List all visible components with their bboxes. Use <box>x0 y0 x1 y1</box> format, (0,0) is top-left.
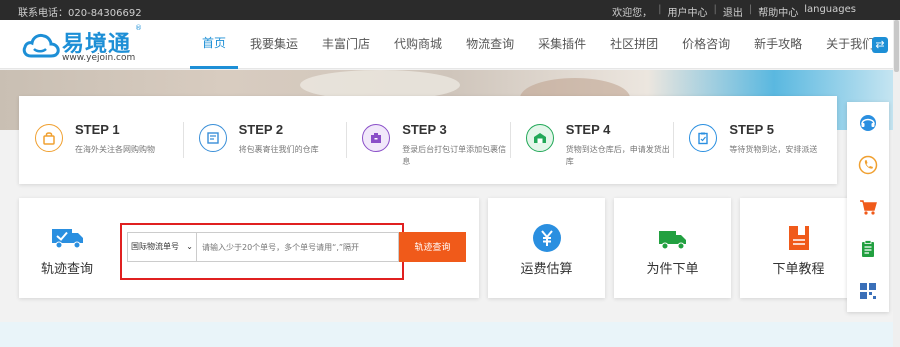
clipboard-icon <box>689 124 718 152</box>
qrcode-icon[interactable] <box>847 270 889 312</box>
step-item: STEP 2 将包裹寄往我们的仓库 <box>182 96 347 184</box>
nav-pricing[interactable]: 价格咨询 <box>670 20 742 69</box>
freight-estimate-card[interactable]: 运费估算 <box>488 198 605 298</box>
logo[interactable]: 易境通 ® www.yejoin.com <box>22 24 152 64</box>
query-box: 国际物流单号 ⌄ <box>127 232 399 262</box>
tutorial-card[interactable]: 下单教程 <box>740 198 857 298</box>
main-nav: 首页 我要集运 丰富门店 代购商城 物流查询 采集插件 社区拼团 价格咨询 新手… <box>190 20 886 69</box>
truck-icon <box>658 231 686 250</box>
tracking-type-select[interactable]: 国际物流单号 ⌄ <box>128 233 197 261</box>
step-desc: 等待货物到达，安排派送 <box>729 145 818 154</box>
scrollbar-thumb[interactable] <box>894 20 899 72</box>
steps-panel: STEP 1 在海外关注各网购购物 STEP 2 将包裹寄往我们的仓库 STEP… <box>19 96 837 184</box>
cart-icon[interactable] <box>847 186 889 228</box>
step-item: STEP 5 等待货物到达，安排派送 <box>673 96 837 184</box>
shopping-bag-icon <box>35 124 63 152</box>
form-icon <box>198 124 227 152</box>
step-desc: 货物到达仓库后，申请发货出库 <box>565 145 670 166</box>
nav-plugin[interactable]: 采集插件 <box>526 20 598 69</box>
nav-consolidation[interactable]: 我要集运 <box>238 20 310 69</box>
step-desc: 在海外关注各网购购物 <box>75 145 155 154</box>
registered-mark: ® <box>135 24 142 32</box>
help-center-link[interactable]: 帮助中心 <box>758 4 798 19</box>
service-label: 运费估算 <box>520 262 573 277</box>
cloud-logo-icon <box>22 33 60 58</box>
tracking-panel: 轨迹查询 国际物流单号 ⌄ 轨迹查询 <box>19 198 479 298</box>
step-desc: 将包裹寄往我们的仓库 <box>238 145 319 154</box>
floating-toolbar <box>847 102 889 312</box>
step-title: STEP 3 <box>402 122 447 137</box>
step-title: STEP 2 <box>238 122 284 137</box>
top-links: 欢迎您， | 用户中心 | 退出 | 帮助中心 languages <box>612 4 856 19</box>
user-center-link[interactable]: 用户中心 <box>667 4 707 19</box>
nav-tracking[interactable]: 物流查询 <box>454 20 526 69</box>
package-icon <box>362 124 391 152</box>
nav-group-buy[interactable]: 社区拼团 <box>598 20 670 69</box>
step-item: STEP 1 在海外关注各网购购物 <box>19 96 183 184</box>
nav-home[interactable]: 首页 <box>190 20 239 69</box>
step-desc: 登录后台打包订单添加包裹信息 <box>402 145 507 166</box>
tracking-number-input[interactable] <box>202 233 398 261</box>
service-label: 为件下单 <box>646 262 699 277</box>
step-title: STEP 1 <box>75 122 120 137</box>
order-card[interactable]: 为件下单 <box>614 198 731 298</box>
chevron-down-icon: ⌄ <box>186 242 193 251</box>
nav-stores[interactable]: 丰富门店 <box>310 20 382 69</box>
customer-service-icon[interactable] <box>847 102 889 144</box>
nav-guide[interactable]: 新手攻略 <box>742 20 814 69</box>
logout-link[interactable]: 退出 <box>723 4 743 19</box>
top-bar: 联系电话：020-84306692 欢迎您， | 用户中心 | 退出 | 帮助中… <box>0 0 900 20</box>
bottom-section <box>0 322 893 347</box>
yen-icon <box>532 224 561 252</box>
document-icon <box>788 226 809 250</box>
tracking-query-button[interactable]: 轨迹查询 <box>399 232 466 262</box>
languages-link[interactable]: languages <box>804 4 856 19</box>
contact-phone: 联系电话：020-84306692 <box>18 8 142 19</box>
step-title: STEP 5 <box>729 122 774 137</box>
divider: | <box>658 4 662 15</box>
truck-check-icon <box>52 229 83 249</box>
tracking-label: 轨迹查询 <box>41 262 94 277</box>
step-item: STEP 3 登录后台打包订单添加包裹信息 <box>346 96 510 184</box>
divider: | <box>713 4 717 15</box>
service-label: 下单教程 <box>772 262 825 277</box>
welcome-text: 欢迎您， <box>612 8 653 19</box>
step-item: STEP 4 货物到达仓库后，申请发货出库 <box>509 96 674 184</box>
divider: | <box>748 4 753 15</box>
nav-shop[interactable]: 代购商城 <box>382 20 454 69</box>
notepad-icon[interactable] <box>847 228 889 270</box>
warehouse-icon <box>525 124 554 152</box>
header: 易境通 ® www.yejoin.com 首页 我要集运 丰富门店 代购商城 物… <box>0 20 900 69</box>
logo-url: www.yejoin.com <box>62 53 136 63</box>
select-value: 国际物流单号 <box>131 242 179 251</box>
phone-icon[interactable] <box>847 144 889 186</box>
step-title: STEP 4 <box>565 122 611 137</box>
translate-icon[interactable]: ⇄ <box>872 37 888 53</box>
